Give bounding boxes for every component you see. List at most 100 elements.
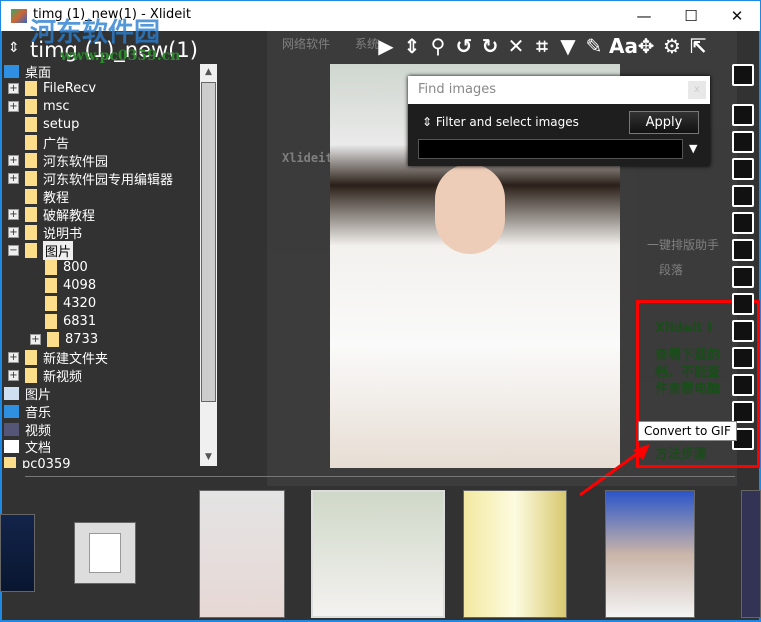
- tree-item[interactable]: − 图片: [8, 240, 74, 260]
- expand-toggle-icon[interactable]: +: [8, 226, 19, 238]
- expand-toggle-icon[interactable]: +: [8, 369, 19, 381]
- scroll-down-icon[interactable]: ▼: [200, 449, 217, 466]
- tree-item[interactable]: + 河东软件园专用编辑器: [8, 169, 174, 188]
- settings-icon[interactable]: ⚙: [661, 34, 683, 58]
- expand-toggle-icon[interactable]: +: [8, 172, 19, 184]
- sort-icon[interactable]: ⇕: [422, 115, 432, 129]
- filter-input[interactable]: [418, 139, 683, 159]
- thumbnail[interactable]: [605, 490, 695, 618]
- tree-item-label: 教程: [43, 190, 70, 206]
- convert-icon[interactable]: [732, 347, 754, 369]
- flip-horizontal-icon[interactable]: [732, 239, 754, 261]
- tree-item[interactable]: 音乐: [4, 402, 51, 421]
- tree-item[interactable]: + 说明书: [8, 223, 83, 242]
- tree-item[interactable]: +8733: [30, 331, 98, 349]
- folder-icon: [45, 260, 57, 276]
- apply-button[interactable]: Apply: [629, 111, 699, 134]
- tree-item[interactable]: 文档: [4, 438, 51, 456]
- tree-item[interactable]: 教程: [8, 187, 70, 206]
- tree-item[interactable]: 视频: [4, 420, 51, 439]
- copy-to-icon[interactable]: [732, 104, 754, 126]
- expand-toggle-icon[interactable]: +: [30, 334, 41, 345]
- rotate-icon[interactable]: [732, 212, 754, 234]
- folder-icon: [25, 117, 37, 133]
- tree-item-label: 4320: [63, 296, 97, 312]
- text-size-icon[interactable]: Aa: [609, 34, 638, 58]
- expand-toggle-icon[interactable]: −: [8, 244, 19, 256]
- tree-item-label: msc: [43, 99, 70, 115]
- thumbnail[interactable]: [0, 514, 35, 592]
- folder-icon: [25, 135, 37, 151]
- tree-item[interactable]: 图片: [4, 384, 51, 403]
- thumbnail[interactable]: [199, 490, 285, 618]
- image-icon[interactable]: [732, 293, 754, 315]
- crop-icon[interactable]: ⌗: [531, 34, 553, 58]
- up-arrow-icon[interactable]: ⇕: [8, 40, 20, 56]
- tree-scrollbar[interactable]: ▲ ▼: [200, 64, 217, 466]
- tree-item[interactable]: 广告: [8, 134, 69, 152]
- folder-icon: [45, 314, 57, 330]
- bg-nav: 网络软件: [282, 37, 331, 51]
- thumbnail[interactable]: [463, 490, 567, 618]
- tree-item[interactable]: 4320: [45, 295, 96, 313]
- minimize-button[interactable]: —: [621, 1, 667, 32]
- tree-item[interactable]: 800: [45, 259, 88, 277]
- export-icon[interactable]: [732, 374, 754, 396]
- maximize-button[interactable]: ☐: [668, 1, 714, 32]
- scroll-thumb[interactable]: [201, 82, 216, 402]
- resize-icon[interactable]: [732, 320, 754, 342]
- filter-label: Filter and select images: [435, 115, 579, 129]
- expand-toggle-icon[interactable]: +: [8, 155, 19, 166]
- tree-item[interactable]: + FileRecv: [8, 80, 96, 98]
- sort-icon[interactable]: ⇕: [401, 34, 423, 58]
- tree-item-label: 说明书: [43, 226, 83, 242]
- folder-icon: [47, 332, 59, 347]
- tree-item-label: 河东软件园专用编辑器: [43, 172, 174, 188]
- expand-toggle-icon[interactable]: +: [8, 101, 19, 113]
- tree-item-label: 河东软件园: [43, 155, 109, 170]
- close-button[interactable]: ✕: [714, 1, 760, 32]
- bg-text-line: 查看下载的: [655, 348, 721, 363]
- pan-icon[interactable]: ✥: [635, 34, 657, 58]
- convert-gif-icon[interactable]: [732, 401, 754, 423]
- documents-icon: [4, 440, 19, 454]
- tree-item[interactable]: + 新视频: [8, 366, 82, 385]
- gallery-icon[interactable]: [732, 185, 754, 207]
- edit-icon[interactable]: ✎: [583, 34, 605, 58]
- rotate-left-icon[interactable]: ↺: [453, 34, 475, 58]
- tree-item[interactable]: 4098: [45, 277, 96, 295]
- expand-toggle-icon[interactable]: +: [8, 83, 19, 95]
- folder-icon: [25, 349, 37, 365]
- tree-item[interactable]: + 新建文件夹: [8, 348, 108, 367]
- tree-item[interactable]: + 破解教程: [8, 205, 95, 224]
- move-to-icon[interactable]: [732, 131, 754, 153]
- close-icon[interactable]: ✕: [505, 34, 527, 58]
- collapse-up-icon[interactable]: [732, 64, 754, 86]
- tree-item-label: 4098: [63, 278, 97, 294]
- capture-icon[interactable]: [732, 158, 754, 180]
- play-icon[interactable]: ▶: [375, 34, 397, 58]
- tree-item[interactable]: pc0359: [4, 456, 70, 468]
- thumbnail[interactable]: [741, 490, 761, 618]
- search-icon[interactable]: ⚲: [427, 34, 449, 58]
- folder-icon: [45, 296, 57, 312]
- dropdown-icon[interactable]: ▼: [689, 142, 697, 155]
- tree-item[interactable]: + msc: [8, 98, 70, 116]
- expand-toggle-icon[interactable]: +: [8, 208, 19, 220]
- expand-toggle-icon[interactable]: +: [8, 351, 19, 363]
- tree-item[interactable]: setup: [8, 116, 79, 134]
- fullscreen-icon[interactable]: ⇱: [687, 34, 709, 58]
- dialog-close-button[interactable]: x: [688, 81, 706, 99]
- rotate-right-icon[interactable]: ↻: [479, 34, 501, 58]
- dropdown-icon[interactable]: ▼: [557, 34, 579, 58]
- pictures-icon: [4, 386, 19, 400]
- tree-item[interactable]: 6831: [45, 313, 96, 331]
- scroll-up-icon[interactable]: ▲: [200, 64, 217, 81]
- tree-item-label: 文档: [25, 441, 52, 457]
- thumbnail-selected[interactable]: [311, 490, 445, 618]
- separator: [25, 476, 735, 477]
- flip-vertical-icon[interactable]: [732, 266, 754, 288]
- tree-item[interactable]: + 河东软件园: [8, 152, 108, 170]
- tree-item[interactable]: 桌面: [4, 62, 51, 81]
- thumbnail-document[interactable]: [74, 522, 136, 584]
